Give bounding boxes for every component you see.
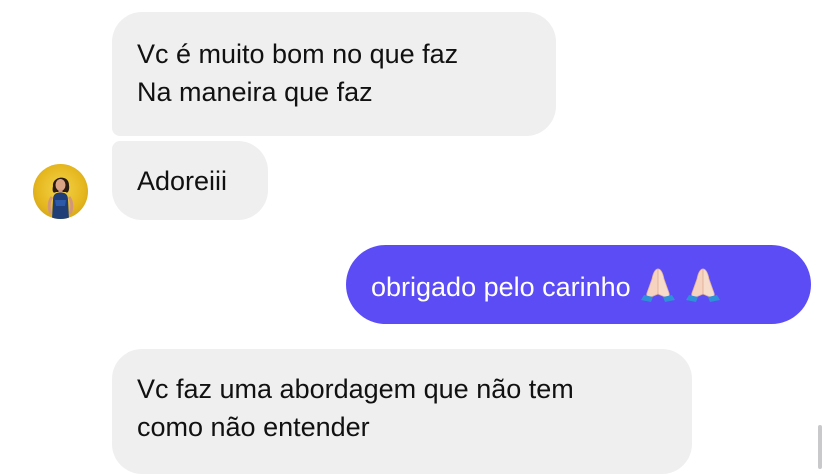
outgoing-message-bubble[interactable]: obrigado pelo carinho [346, 245, 811, 324]
message-text: obrigado pelo carinho [371, 272, 631, 303]
folded-hands-icon [641, 266, 676, 312]
folded-hands-icon [685, 266, 720, 312]
incoming-message-bubble[interactable]: Adoreiii [112, 141, 268, 220]
avatar-photo-icon [47, 177, 74, 219]
message-text-line: Na maneira que faz [137, 77, 373, 107]
message-text-line: Vc faz uma abordagem que não tem [137, 374, 574, 404]
scrollbar-thumb[interactable] [818, 425, 822, 469]
incoming-message-bubble[interactable]: Vc faz uma abordagem que não tem como nã… [112, 349, 692, 474]
message-text-line: como não entender [137, 412, 370, 442]
message-text-line: Vc é muito bom no que faz [137, 39, 459, 69]
incoming-message-bubble[interactable]: Vc é muito bom no que faz Na maneira que… [112, 12, 556, 136]
sender-avatar[interactable] [33, 164, 88, 219]
message-text-line: Adoreiii [137, 166, 228, 196]
